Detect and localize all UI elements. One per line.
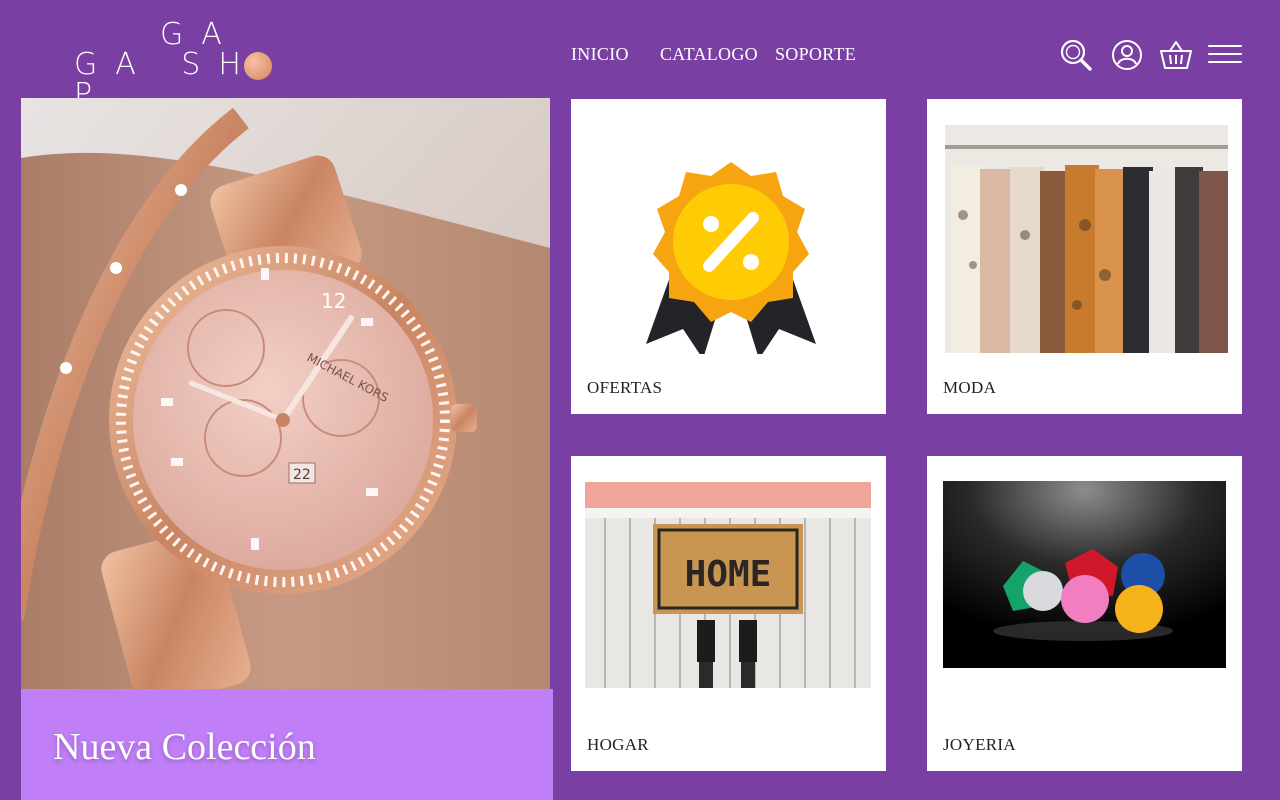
hero-banner[interactable]: Nueva Colección (21, 689, 553, 800)
basket-icon[interactable] (1159, 38, 1193, 72)
category-label-joyeria: JOYERIA (943, 735, 1016, 754)
watch-numeral: 12 (321, 289, 346, 313)
nav-inicio[interactable]: INICIO (571, 44, 629, 66)
logo-ball-icon (244, 52, 272, 80)
discount-badge-icon (631, 154, 831, 354)
doormat-image: HOME (585, 482, 871, 688)
doormat-text: HOME (685, 554, 772, 595)
category-card-ofertas[interactable]: OFERTAS (571, 99, 886, 414)
category-card-moda[interactable]: MODA (927, 99, 1242, 414)
user-icon[interactable] (1110, 38, 1144, 72)
category-card-hogar[interactable]: HOME HOGAR (571, 456, 886, 771)
category-label-moda: MODA (943, 378, 997, 397)
brand-logo[interactable]: GA GA SH P (74, 16, 314, 110)
logo-text-top: GA (160, 17, 240, 52)
menu-icon[interactable] (1207, 38, 1243, 72)
watch-date: 22 (293, 467, 311, 483)
hero-title: Nueva Colección (53, 726, 316, 768)
category-card-joyeria[interactable]: JOYERIA (927, 456, 1242, 771)
clothing-rack-image (945, 125, 1228, 353)
gemstones-image (943, 481, 1226, 668)
nav-catalogo[interactable]: CATALOGO (660, 44, 758, 66)
category-label-hogar: HOGAR (587, 735, 649, 754)
search-icon[interactable] (1059, 38, 1093, 72)
nav-soporte[interactable]: SOPORTE (775, 44, 856, 66)
category-label-ofertas: OFERTAS (587, 378, 663, 397)
